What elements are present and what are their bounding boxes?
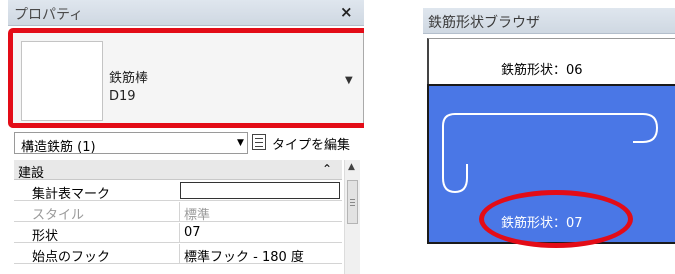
section-label: 建設 (18, 166, 45, 181)
property-row-schedule-mark[interactable]: 集計表マーク (14, 181, 342, 202)
property-row-style[interactable]: スタイル 標準 (14, 202, 342, 223)
edit-type-icon (252, 134, 266, 150)
property-key: スタイル (32, 208, 85, 223)
property-row-start-hook[interactable]: 始点のフック 標準フック - 180 度 (14, 244, 342, 265)
highlight-ring-selected-shape (479, 190, 633, 248)
highlight-ring-type-selector (8, 28, 364, 128)
browser-title: 鉄筋形状ブラウザ (428, 15, 540, 31)
property-value: 07 (184, 225, 201, 240)
scrollbar-thumb[interactable] (347, 180, 358, 224)
chevron-down-icon: ▼ (237, 138, 244, 148)
shape-label: 鉄筋形状：06 (501, 63, 583, 78)
properties-title-bar: プロパティ × (8, 0, 364, 26)
column-divider (179, 202, 180, 222)
close-icon[interactable]: × (340, 3, 353, 21)
property-row-shape[interactable]: 形状 07 (14, 223, 342, 244)
property-key: 集計表マーク (32, 187, 111, 202)
browser-title-bar: 鉄筋形状ブラウザ (423, 8, 675, 34)
property-key: 形状 (32, 229, 59, 244)
instance-filter-dropdown[interactable]: 構造鉄筋 (1) ▼ (14, 132, 248, 155)
property-value: 標準フック - 180 度 (184, 250, 304, 265)
column-divider (179, 223, 180, 243)
collapse-icon[interactable]: ⌃ (322, 162, 332, 176)
section-construction[interactable]: 建設 ⌃ (14, 160, 342, 181)
property-value: 標準 (184, 208, 211, 223)
shape-item-06[interactable]: 鉄筋形状：06 (427, 38, 675, 84)
rebar-shape-07-icon (442, 113, 659, 194)
filter-value: 構造鉄筋 (1) (21, 140, 96, 155)
schedule-mark-input[interactable] (180, 182, 340, 199)
scroll-up-icon[interactable]: ▲ (348, 162, 355, 172)
properties-title: プロパティ (14, 7, 84, 23)
property-grid: 建設 ⌃ 集計表マーク スタイル 標準 形状 07 始点のフック 標準フック -… (14, 160, 362, 274)
edit-type-label: タイプを編集 (272, 138, 351, 153)
edit-type-button[interactable]: タイプを編集 (252, 131, 362, 155)
vertical-scrollbar[interactable]: ▲ (344, 160, 360, 274)
property-key: 始点のフック (32, 250, 111, 265)
properties-panel: プロパティ × 鉄筋棒 D19 ▼ 構造鉄筋 (1) ▼ タイプを編集 建設 ⌃… (8, 0, 364, 274)
column-divider (179, 244, 180, 264)
